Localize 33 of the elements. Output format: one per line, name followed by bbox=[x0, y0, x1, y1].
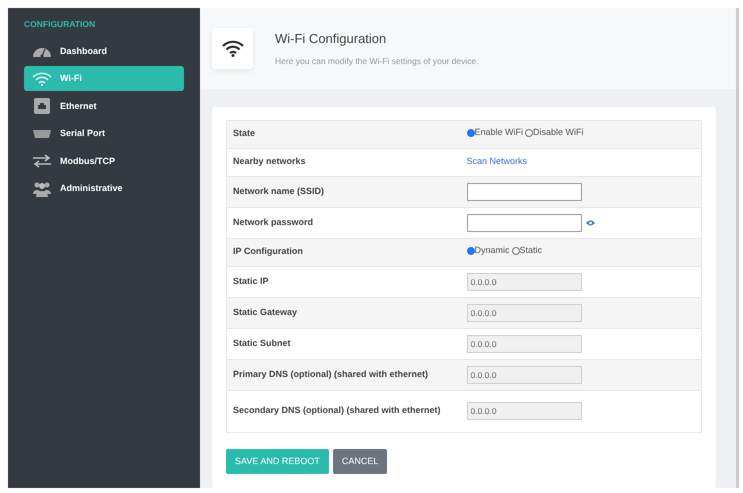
input-field[interactable] bbox=[466, 182, 582, 200]
sidebar-item[interactable]: Modbus/TCP bbox=[24, 148, 184, 174]
input-field[interactable] bbox=[466, 214, 582, 232]
field-label: Secondary DNS (optional) (shared with ethernet) bbox=[226, 390, 460, 432]
radio-option[interactable]: Enable WiFi bbox=[466, 126, 524, 140]
ethernet-port-icon bbox=[32, 98, 52, 114]
sidebar-item[interactable]: Serial Port bbox=[24, 121, 184, 146]
sidebar-heading: CONFIGURATION bbox=[24, 18, 96, 31]
wifi-icon bbox=[222, 40, 244, 57]
radio-option[interactable]: Dynamic bbox=[466, 244, 510, 258]
field-label: State bbox=[226, 120, 460, 148]
wifi-icon bbox=[32, 72, 52, 86]
field-label: Primary DNS (optional) (shared with ethernet) bbox=[226, 359, 460, 390]
field-label: Static IP bbox=[226, 266, 460, 297]
cancel-button[interactable]: CANCEL bbox=[332, 448, 388, 474]
eye-icon[interactable] bbox=[586, 220, 594, 226]
serial-port-icon bbox=[32, 128, 52, 139]
page-title: Wi-Fi Configuration bbox=[275, 30, 388, 48]
users-icon bbox=[32, 180, 52, 197]
field-label: Network password bbox=[226, 207, 460, 238]
radio-option[interactable]: Static bbox=[512, 244, 542, 258]
scan-link[interactable]: Scan Networks bbox=[466, 156, 528, 166]
radio-option[interactable]: Disable WiFi bbox=[525, 126, 584, 140]
field-label: Static Subnet bbox=[226, 328, 460, 359]
sidebar-item[interactable]: Ethernet bbox=[24, 94, 184, 119]
field-label: Network name (SSID) bbox=[226, 176, 460, 207]
field-label: Nearby networks bbox=[226, 148, 460, 176]
exchange-arrows-icon bbox=[32, 154, 52, 168]
sidebar-item[interactable]: Administrative bbox=[24, 176, 184, 202]
field-label: Static Gateway bbox=[226, 297, 460, 328]
field-label: IP Configuration bbox=[226, 238, 460, 266]
sidebar-item[interactable]: Dashboard bbox=[24, 38, 184, 64]
page-subtitle: Here you can modify the Wi-Fi settings of your device. bbox=[275, 54, 479, 68]
